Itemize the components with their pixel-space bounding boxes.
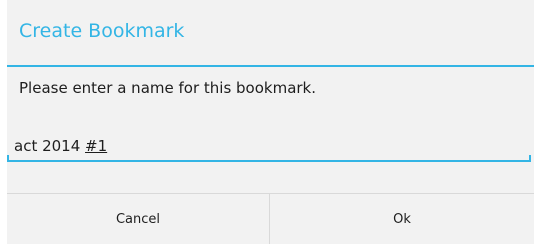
name-value-prefix: act 2014 — [14, 137, 86, 155]
create-bookmark-dialog: Create Bookmark Please enter a name for … — [7, 0, 534, 244]
field-underline — [7, 160, 531, 162]
ok-button[interactable]: Ok — [270, 194, 534, 244]
bookmark-name-value: act 2014 #1 — [14, 137, 107, 155]
cancel-button[interactable]: Cancel — [7, 194, 269, 244]
bookmark-name-input[interactable]: act 2014 #1 — [7, 132, 531, 162]
field-underline-right-edge — [529, 155, 531, 162]
dialog-message: Please enter a name for this bookmark. — [19, 79, 317, 97]
dialog-title: Create Bookmark — [19, 20, 185, 42]
title-divider — [7, 65, 534, 67]
name-value-composing-text: #1 — [85, 137, 108, 155]
